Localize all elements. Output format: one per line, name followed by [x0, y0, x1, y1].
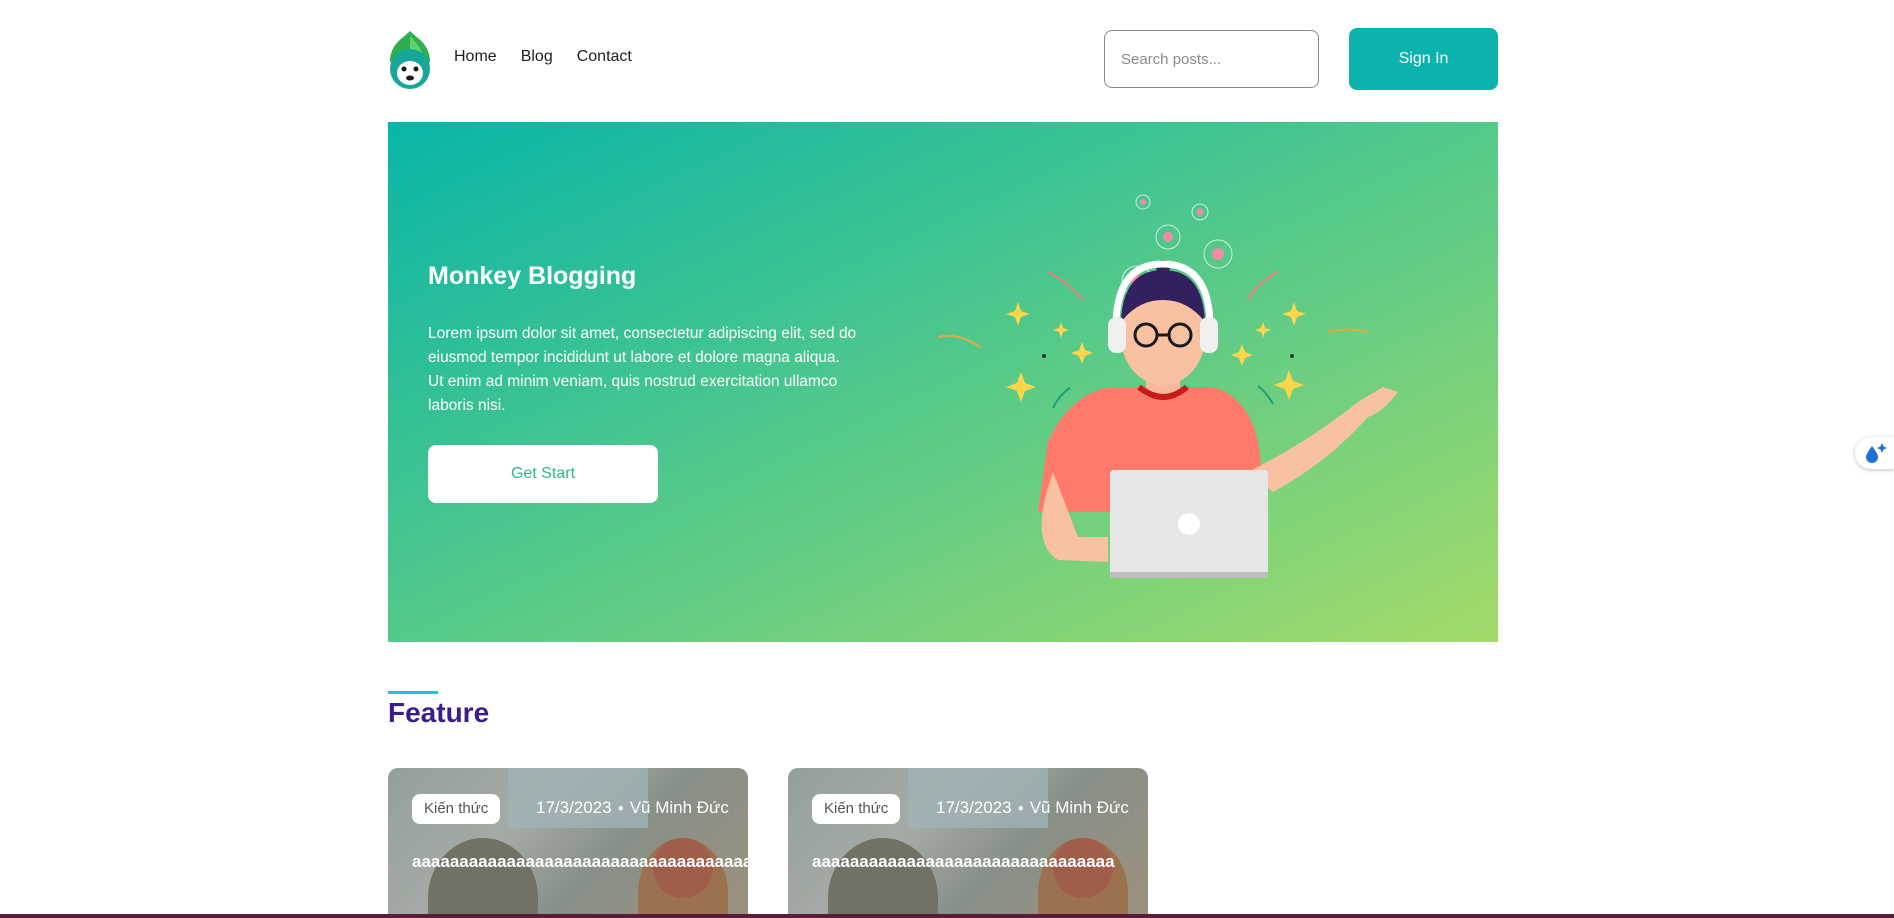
- nav-home[interactable]: Home: [454, 48, 497, 66]
- feature-card[interactable]: Kiến thức 17/3/2023 ● Vũ Minh Đức aaaaaaaa…: [788, 768, 1148, 918]
- nav-blog[interactable]: Blog: [521, 48, 553, 66]
- search-input[interactable]: [1104, 30, 1319, 88]
- card-author[interactable]: Vũ Minh Đức: [1030, 798, 1129, 817]
- card-meta: 17/3/2023 ● Vũ Minh Đức: [936, 798, 1129, 818]
- meta-dot-separator: ●: [1017, 803, 1024, 815]
- page: Home Blog Contact Sign In Monkey Bloggin…: [0, 0, 1894, 918]
- card-date: 17/3/2023: [536, 798, 612, 817]
- main-nav: Home Blog Contact: [454, 48, 632, 66]
- person-with-headphones-laptop-illustration: [928, 142, 1468, 622]
- hero-title: Monkey Blogging: [428, 262, 637, 290]
- card-image-overlay: [788, 768, 1148, 918]
- category-chip[interactable]: Kiến thức: [812, 794, 901, 824]
- card-title[interactable]: aaaaaaaaaaaaaaaaaaaaaaaaaaaaaaaaaaaaaa: [412, 852, 748, 872]
- hero-description: Lorem ipsum dolor sit amet, consectetur …: [428, 325, 857, 414]
- nav-contact[interactable]: Contact: [577, 48, 632, 66]
- meta-dot-separator: ●: [617, 803, 624, 815]
- category-chip[interactable]: Kiến thức: [412, 794, 501, 824]
- monkey-logo-icon[interactable]: [388, 29, 432, 89]
- card-title[interactable]: aaaaaaaaaaaaaaaaaaaaaaaaaaaaaaaa: [812, 852, 1115, 872]
- feature-title: Feature: [388, 697, 490, 728]
- card-image-overlay: [388, 768, 748, 918]
- sparkle-drop-icon[interactable]: [1855, 437, 1894, 469]
- sign-in-button[interactable]: Sign In: [1349, 28, 1498, 90]
- feature-card[interactable]: Kiến thức 17/3/2023 ● Vũ Minh Đức aaaaaaaa…: [388, 768, 748, 918]
- get-start-button[interactable]: Get Start: [428, 445, 658, 503]
- hero-banner: Monkey Blogging Lorem ipsum dolor sit am…: [388, 122, 1498, 642]
- card-author[interactable]: Vũ Minh Đức: [630, 798, 729, 817]
- card-meta: 17/3/2023 ● Vũ Minh Đức: [536, 798, 729, 818]
- bottom-border: [0, 914, 1894, 918]
- feature-accent-bar: [388, 691, 438, 694]
- card-date: 17/3/2023: [936, 798, 1012, 817]
- header: Home Blog Contact Sign In: [388, 28, 1498, 90]
